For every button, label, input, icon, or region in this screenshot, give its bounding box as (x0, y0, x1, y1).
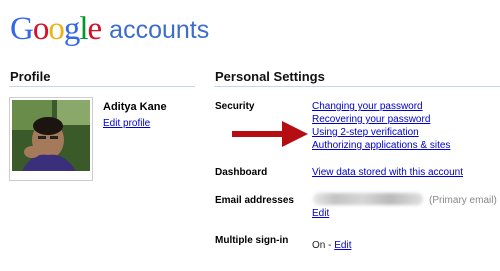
security-label: Security (215, 101, 255, 112)
personal-settings-title: Personal Settings (215, 69, 325, 84)
blurred-email-address (313, 193, 423, 205)
edit-email-link[interactable]: Edit (312, 208, 329, 219)
profile-divider (9, 86, 195, 87)
profile-photo (12, 100, 90, 171)
authorizing-apps-link[interactable]: Authorizing applications & sites (312, 140, 450, 151)
logo-letter-g2: g (63, 11, 80, 47)
personal-settings-divider (214, 86, 500, 87)
logo-letter-o1: o (32, 11, 49, 47)
recovering-password-link[interactable]: Recovering your password (312, 114, 430, 125)
edit-profile-link[interactable]: Edit profile (103, 118, 150, 129)
logo-letter-l: l (79, 11, 88, 47)
two-step-verification-link[interactable]: Using 2-step verification (312, 127, 419, 138)
changing-password-link[interactable]: Changing your password (312, 101, 423, 112)
avatar (12, 100, 90, 171)
logo-letter-e: e (87, 11, 103, 47)
view-data-link[interactable]: View data stored with this account (312, 167, 463, 178)
logo-letter-o2: o (48, 11, 64, 47)
profile-section-title: Profile (10, 69, 51, 84)
logo-letter-g1: G (10, 11, 34, 47)
logo-subtitle: accounts (109, 16, 210, 44)
email-addresses-label: Email addresses (215, 195, 294, 206)
arrow-icon (232, 121, 310, 154)
dashboard-label: Dashboard (215, 167, 268, 178)
multiple-signin-status: On - (312, 240, 335, 251)
edit-multiple-signin-link[interactable]: Edit (334, 240, 351, 251)
profile-name: Aditya Kane (103, 101, 167, 113)
google-accounts-logo: Google accounts (10, 12, 209, 46)
multiple-signin-label: Multiple sign-in (215, 235, 289, 246)
multiple-signin-status-row: On - Edit (312, 235, 351, 253)
primary-email-note: (Primary email) (429, 195, 497, 206)
